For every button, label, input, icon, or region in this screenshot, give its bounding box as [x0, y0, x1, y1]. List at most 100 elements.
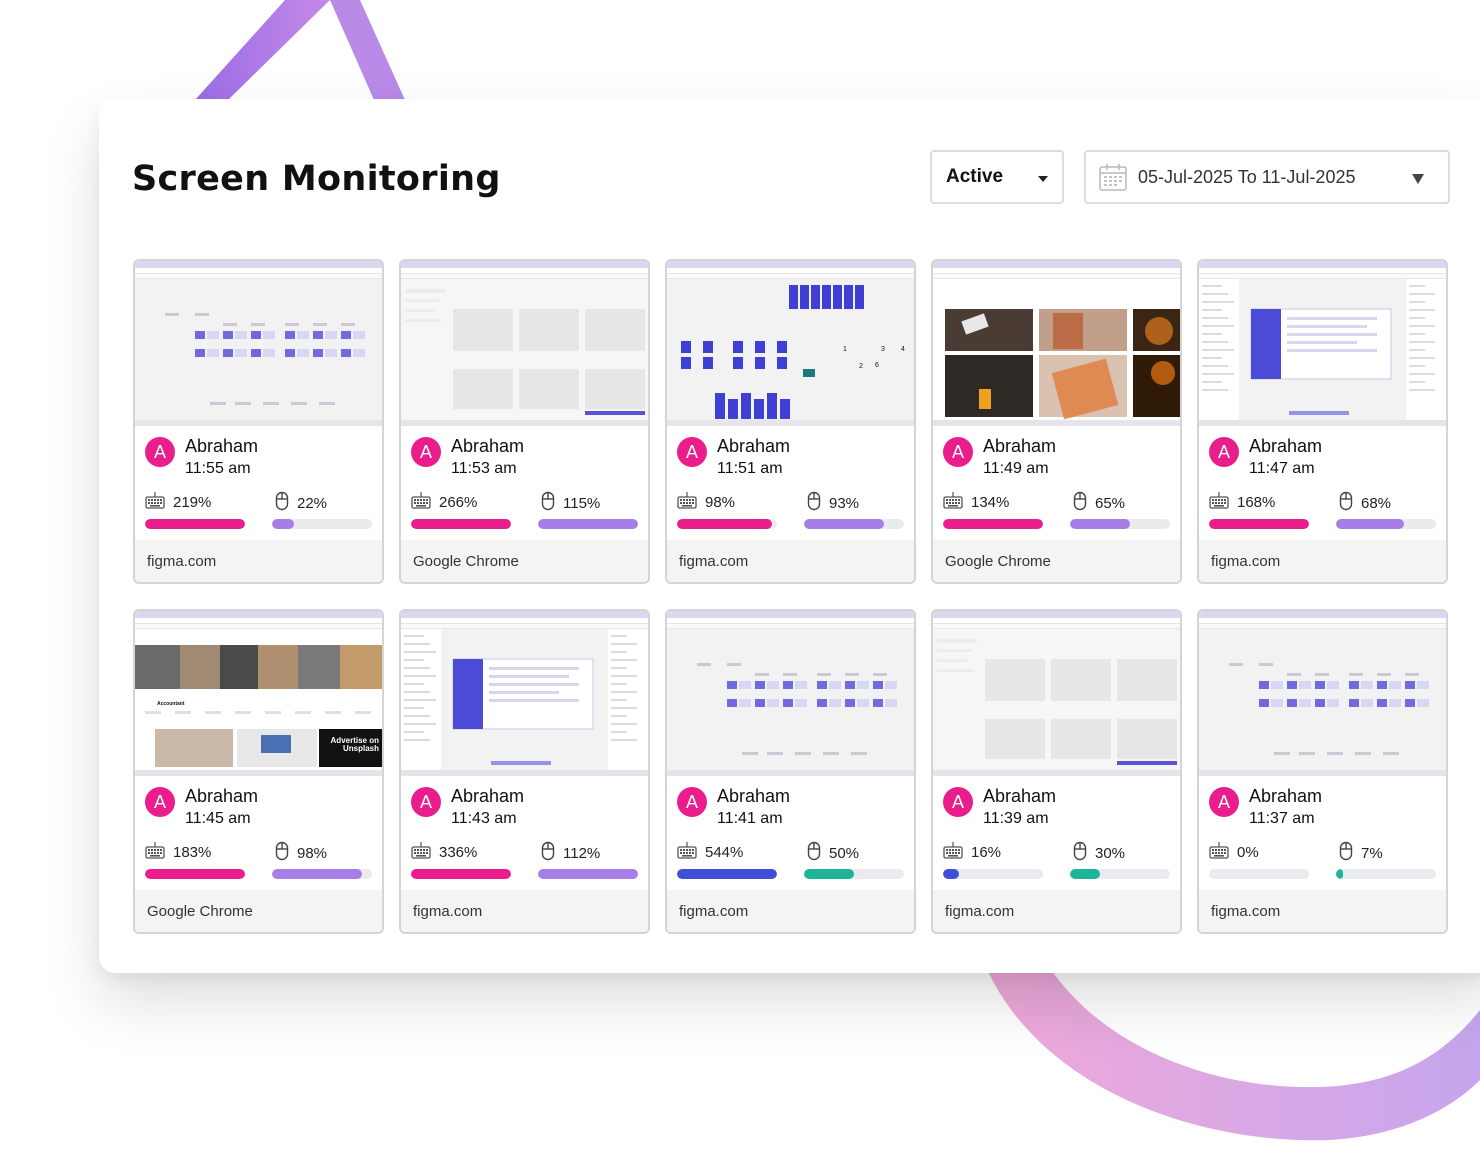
keyboard-activity-bar — [677, 869, 777, 879]
date-range-picker[interactable]: 05-Jul-2025 To 11-Jul-2025 — [1084, 150, 1450, 204]
capture-time: 11:51 am — [717, 460, 783, 477]
keyboard-activity-bar — [1209, 519, 1309, 529]
app-name: Google Chrome — [401, 540, 648, 582]
screenshot-card[interactable]: A Abraham 11:43 am 336% 112% figma.com — [399, 609, 650, 934]
screenshot-card[interactable]: Accountant Advertise on Unsplash A Abraham 1… — [133, 609, 384, 934]
screenshot-card[interactable]: A Abraham 11:47 am 168% 68% figma.com — [1197, 259, 1448, 584]
keyboard-activity-bar — [943, 869, 1043, 879]
user-name: Abraham — [983, 436, 1057, 456]
mouse-activity-value: 50% — [829, 844, 860, 862]
calendar-icon — [1099, 164, 1127, 191]
keyboard-activity-value: 544% — [705, 843, 744, 861]
keyboard-activity: 544% — [677, 841, 743, 863]
screenshot-card[interactable]: A Abraham 11:55 am 219% 22% figma.com — [133, 259, 384, 584]
avatar: A — [677, 437, 707, 467]
screenshot-thumbnail[interactable] — [135, 261, 382, 426]
user-name: Abraham — [1249, 436, 1323, 456]
card-user-info: A Abraham 11:55 am — [145, 435, 258, 481]
capture-time: 11:47 am — [1249, 460, 1315, 477]
keyboard-icon — [411, 841, 431, 863]
keyboard-icon — [677, 491, 697, 513]
card-user-info: A Abraham 11:49 am — [943, 435, 1056, 481]
date-range-value: 05-Jul-2025 To 11-Jul-2025 — [1138, 166, 1356, 187]
capture-time: 11:49 am — [983, 460, 1049, 477]
keyboard-icon — [677, 841, 697, 863]
mouse-activity: 68% — [1339, 491, 1391, 515]
keyboard-activity: 98% — [677, 491, 735, 513]
app-name: Google Chrome — [933, 540, 1180, 582]
screenshot-card[interactable]: A Abraham 11:37 am 0% 7% figma.com — [1197, 609, 1448, 934]
mouse-activity-value: 65% — [1095, 494, 1126, 512]
card-user-info: A Abraham 11:51 am — [677, 435, 790, 481]
avatar: A — [411, 437, 441, 467]
keyboard-activity: 134% — [943, 491, 1009, 513]
screenshot-card[interactable]: 1 3 4 2 6 A Abraham 11:51 am 98% 93% figma.com — [665, 259, 916, 584]
app-name: figma.com — [667, 890, 914, 932]
keyboard-icon — [1209, 841, 1229, 863]
keyboard-activity-bar — [145, 519, 245, 529]
screenshot-card[interactable]: A Abraham 11:49 am 134% 65% Google Chrome — [931, 259, 1182, 584]
keyboard-icon — [145, 841, 165, 863]
mouse-icon — [541, 841, 555, 865]
page-title: Screen Monitoring — [132, 159, 501, 199]
keyboard-activity-bar — [1209, 869, 1309, 879]
keyboard-activity-bar — [411, 869, 511, 879]
screenshot-thumbnail[interactable]: Accountant Advertise on Unsplash — [135, 611, 382, 776]
user-name: Abraham — [983, 786, 1057, 806]
card-user-info: A Abraham 11:41 am — [677, 785, 790, 831]
mouse-activity: 50% — [807, 841, 859, 865]
card-user-info: A Abraham 11:45 am — [145, 785, 258, 831]
mouse-icon — [1339, 491, 1353, 515]
mouse-activity-bar — [538, 869, 638, 879]
status-filter-value: Active — [946, 166, 1004, 187]
user-name: Abraham — [717, 786, 791, 806]
mouse-activity: 115% — [541, 491, 600, 515]
card-user-info: A Abraham 11:37 am — [1209, 785, 1322, 831]
mouse-activity-bar — [272, 869, 372, 879]
screenshot-card[interactable]: A Abraham 11:53 am 266% 115% Google Chrome — [399, 259, 650, 584]
screenshot-thumbnail[interactable] — [667, 611, 914, 776]
mouse-icon — [275, 491, 289, 515]
screenshot-card[interactable]: A Abraham 11:39 am 16% 30% figma.com — [931, 609, 1182, 934]
mouse-activity-bar — [1070, 869, 1170, 879]
svg-text:2: 2 — [859, 363, 863, 370]
screenshot-thumbnail[interactable]: 1 3 4 2 6 — [667, 261, 914, 426]
mouse-activity: 65% — [1073, 491, 1125, 515]
screenshot-thumbnail[interactable] — [1199, 261, 1446, 426]
capture-time: 11:43 am — [451, 810, 517, 827]
avatar: A — [943, 787, 973, 817]
mouse-activity-value: 112% — [563, 844, 601, 862]
keyboard-activity-value: 219% — [173, 493, 212, 511]
capture-time: 11:55 am — [185, 460, 251, 477]
mouse-activity-bar — [1336, 869, 1436, 879]
screenshot-thumbnail[interactable] — [401, 611, 648, 776]
app-name: Google Chrome — [135, 890, 382, 932]
mouse-activity-bar — [272, 519, 372, 529]
app-name: figma.com — [1199, 540, 1446, 582]
status-filter-dropdown[interactable]: Active — [930, 150, 1064, 204]
svg-text:3: 3 — [881, 346, 885, 353]
screenshot-thumbnail[interactable] — [933, 611, 1180, 776]
screenshot-thumbnail[interactable] — [401, 261, 648, 426]
keyboard-activity: 219% — [145, 491, 211, 513]
avatar: A — [943, 437, 973, 467]
app-name: figma.com — [667, 540, 914, 582]
avatar: A — [145, 437, 175, 467]
keyboard-icon — [1209, 491, 1229, 513]
mouse-activity-bar — [1070, 519, 1170, 529]
keyboard-activity-value: 0% — [1237, 843, 1259, 861]
mouse-icon — [807, 841, 821, 865]
screenshot-thumbnail[interactable] — [933, 261, 1180, 426]
keyboard-activity: 266% — [411, 491, 477, 513]
keyboard-activity: 16% — [943, 841, 1001, 863]
screenshot-card[interactable]: A Abraham 11:41 am 544% 50% figma.com — [665, 609, 916, 934]
mouse-icon — [1339, 841, 1353, 865]
mouse-activity: 98% — [275, 841, 327, 865]
mouse-activity: 112% — [541, 841, 600, 865]
app-name: figma.com — [135, 540, 382, 582]
svg-text:6: 6 — [875, 362, 879, 369]
keyboard-activity-bar — [145, 869, 245, 879]
screenshot-thumbnail[interactable] — [1199, 611, 1446, 776]
keyboard-activity-bar — [411, 519, 511, 529]
keyboard-icon — [145, 491, 165, 513]
